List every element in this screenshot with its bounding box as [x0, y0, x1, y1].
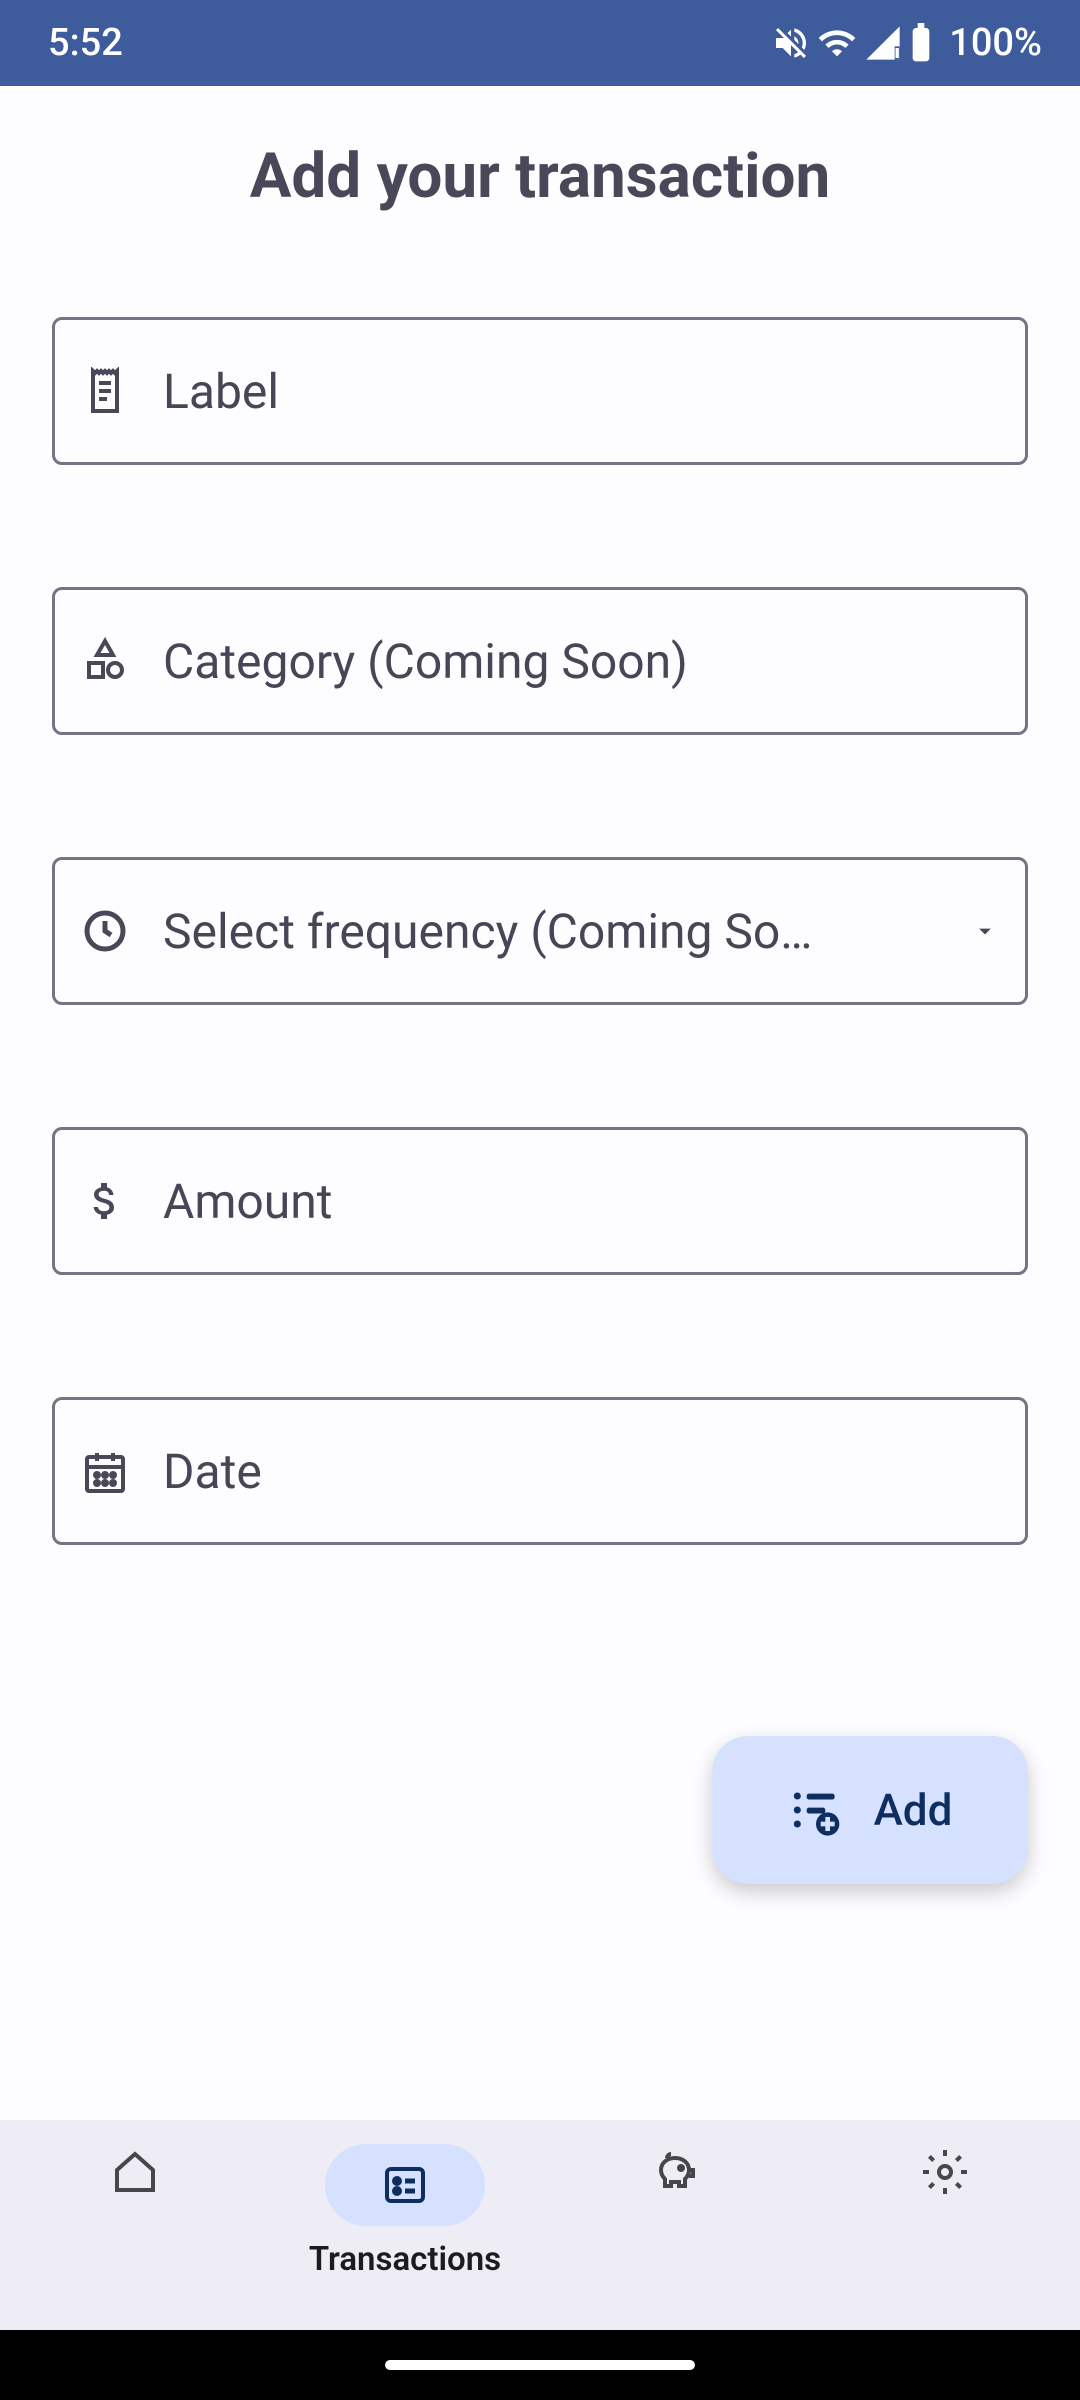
battery-percentage: 100%: [949, 21, 1042, 65]
nav-transactions-label: Transactions: [309, 2240, 501, 2279]
category-field[interactable]: Category (Coming Soon): [52, 587, 1028, 735]
clock-icon: [81, 907, 129, 955]
piggy-icon: [651, 2148, 699, 2196]
nav-home[interactable]: [0, 2144, 270, 2200]
system-bottom-bar: [0, 2330, 1080, 2400]
status-icons: [771, 23, 933, 63]
date-field[interactable]: Date: [52, 1397, 1028, 1545]
mute-icon: [771, 23, 811, 63]
receipt-icon: [81, 367, 129, 415]
status-right: 100%: [771, 21, 1042, 65]
battery-icon: [909, 23, 933, 63]
frequency-placeholder: Select frequency (Coming So…: [163, 903, 961, 960]
status-time: 5:52: [48, 21, 123, 65]
nav-transactions[interactable]: Transactions: [270, 2144, 540, 2279]
label-placeholder: Label: [163, 363, 999, 420]
dollar-icon: [81, 1177, 129, 1225]
wifi-icon: [817, 23, 857, 63]
amount-field[interactable]: Amount: [52, 1127, 1028, 1275]
category-placeholder: Category (Coming Soon): [163, 633, 999, 690]
chevron-down-icon: [971, 917, 999, 945]
list-add-icon: [788, 1782, 844, 1838]
home-icon: [111, 2148, 159, 2196]
page-title: Add your transaction: [52, 140, 1028, 213]
frequency-field[interactable]: Select frequency (Coming So…: [52, 857, 1028, 1005]
calendar-icon: [81, 1447, 129, 1495]
bottom-nav: Transactions: [0, 2120, 1080, 2330]
status-bar: 5:52 100%: [0, 0, 1080, 86]
label-field[interactable]: Label: [52, 317, 1028, 465]
home-indicator[interactable]: [385, 2360, 695, 2370]
transactions-icon: [381, 2161, 429, 2209]
signal-icon: [863, 23, 903, 63]
nav-settings[interactable]: [810, 2144, 1080, 2200]
shapes-icon: [81, 637, 129, 685]
nav-savings[interactable]: [540, 2144, 810, 2200]
gear-icon: [921, 2148, 969, 2196]
date-placeholder: Date: [163, 1443, 999, 1500]
amount-placeholder: Amount: [163, 1173, 999, 1230]
add-button-label: Add: [874, 1784, 953, 1836]
add-button[interactable]: Add: [712, 1736, 1028, 1884]
